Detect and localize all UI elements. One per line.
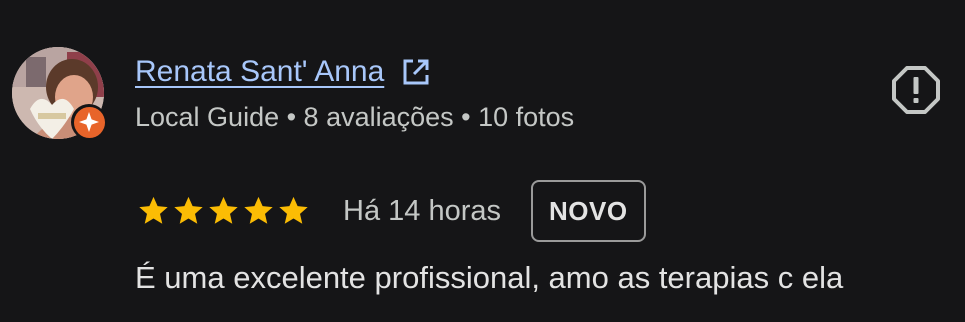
star-icon [244,196,273,224]
star-icon [279,196,308,224]
open-in-new-icon[interactable] [400,56,432,88]
local-guide-star-icon [79,112,99,132]
star-icon [174,196,203,224]
reviewer-name-row: Renata Sant' Anna [135,52,432,92]
reviewer-name-link[interactable]: Renata Sant' Anna [135,55,384,89]
review-card: Renata Sant' Anna Local Guide • 8 avalia… [0,0,965,322]
reviewer-meta: Local Guide • 8 avaliações • 10 fotos [135,102,575,132]
star-rating [136,194,311,228]
new-badge: NOVO [531,180,646,242]
local-guide-badge [71,104,107,140]
report-flag-icon[interactable] [890,64,942,116]
star-icon [209,196,238,224]
reviewer-avatar[interactable] [12,47,107,140]
rating-row: Há 14 horas NOVO [136,178,646,244]
review-text: É uma excelente profissional, amo as ter… [135,260,844,295]
star-icon [139,196,168,224]
review-time: Há 14 horas [343,194,501,227]
